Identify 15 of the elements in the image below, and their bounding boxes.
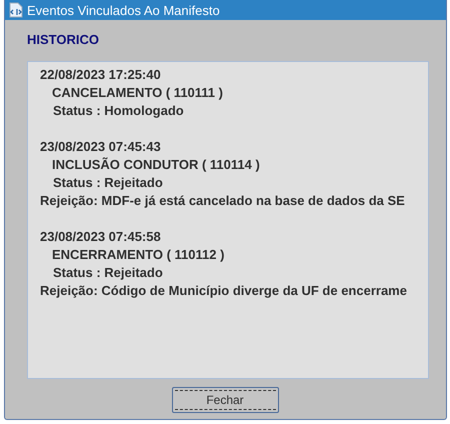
rejection-reason: Rejeição: MDF-e já está cancelado na base de dados da SE bbox=[40, 192, 406, 210]
event-status: Status : Rejeitado bbox=[52, 174, 164, 192]
window-title: Eventos Vinculados Ao Manifesto bbox=[27, 2, 220, 18]
event-status: Status : Rejeitado bbox=[52, 264, 164, 282]
event-datetime: 23/08/2023 07:45:43 bbox=[40, 138, 162, 156]
event-name: CANCELAMENTO ( 110111 ) bbox=[51, 84, 224, 102]
app-icon bbox=[9, 2, 23, 18]
close-button[interactable]: Fechar bbox=[172, 387, 278, 413]
rejection-reason: Rejeição: Código de Município diverge da UF de encerrame bbox=[40, 282, 408, 300]
section-title: HISTORICO bbox=[27, 32, 100, 49]
event-name: INCLUSÃO CONDUTOR ( 110114 ) bbox=[51, 156, 261, 174]
event-name: ENCERRAMENTO ( 110112 ) bbox=[51, 246, 226, 264]
event-datetime: 22/08/2023 17:25:40 bbox=[40, 66, 162, 84]
event-status: Status : Homologado bbox=[52, 102, 185, 120]
event-datetime: 23/08/2023 07:45:58 bbox=[40, 228, 162, 246]
